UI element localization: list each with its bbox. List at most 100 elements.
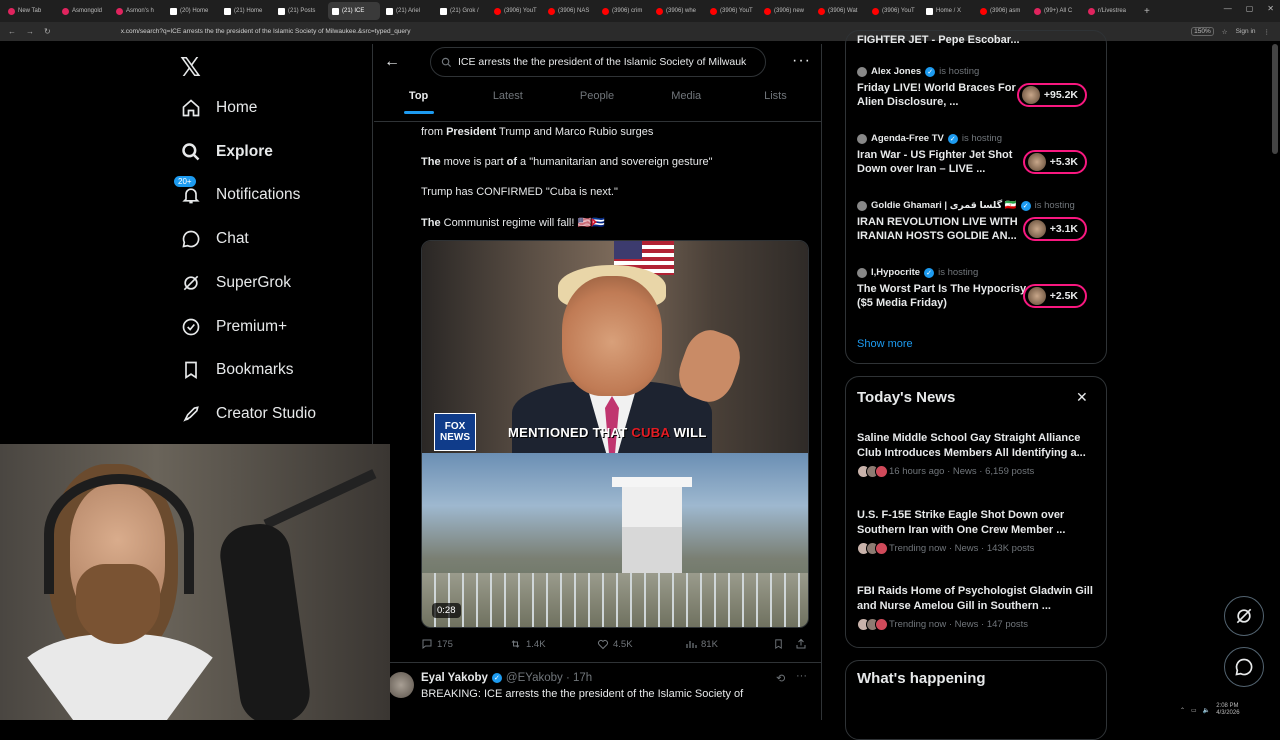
forward-icon[interactable]: →: [26, 27, 34, 36]
browser-tab-label: Home / X: [936, 8, 962, 14]
nav-item-chat[interactable]: Chat: [180, 228, 249, 250]
browser-tab[interactable]: (21) Ariel: [382, 2, 434, 20]
live-space-item[interactable]: I,Hypocrite ✓ is hosting The Worst Part Is …: [857, 267, 1097, 310]
tab-lists[interactable]: Lists: [731, 90, 820, 116]
grok-button[interactable]: [1224, 596, 1264, 636]
more-options-icon[interactable]: ···: [796, 670, 807, 682]
news-item[interactable]: Saline Middle School Gay Straight Allian…: [857, 431, 1097, 478]
nav-item-home[interactable]: Home: [180, 97, 257, 119]
avatar[interactable]: [388, 672, 414, 698]
host-name[interactable]: Agenda-Free TV: [871, 133, 944, 144]
listener-count-pill[interactable]: +95.2K: [1016, 83, 1087, 107]
zoom-indicator[interactable]: 150%: [1191, 27, 1214, 36]
browser-tab[interactable]: (21) ICE: [328, 2, 380, 20]
news-title[interactable]: Saline Middle School Gay Straight Allian…: [857, 431, 1097, 461]
headset-image: [44, 474, 194, 594]
live-item-title[interactable]: FIGHTER JET - Pepe Escobar...: [857, 34, 1020, 46]
nav-item-explore[interactable]: Explore: [180, 141, 273, 163]
browser-tab[interactable]: New Tab: [4, 2, 56, 20]
webcam-overlay: [0, 444, 390, 720]
live-space-title[interactable]: IRAN REVOLUTION LIVE WITH IRANIAN HOSTS …: [857, 215, 1027, 243]
menu-icon[interactable]: ⋮: [1264, 28, 1271, 36]
browser-tab[interactable]: (3906) Wat: [814, 2, 866, 20]
host-name[interactable]: I,Hypocrite: [871, 267, 920, 278]
nav-item-creator-studio[interactable]: Creator Studio: [180, 403, 316, 425]
reply-button[interactable]: 175: [421, 638, 453, 650]
browser-tab[interactable]: (21) Posts: [274, 2, 326, 20]
minimize-icon[interactable]: —: [1224, 4, 1232, 13]
nav-item-premium[interactable]: Premium+: [180, 316, 287, 338]
live-space-item[interactable]: Alex Jones ✓ is hosting Friday LIVE! World …: [857, 66, 1097, 109]
browser-tab[interactable]: (3906) YouT: [868, 2, 920, 20]
browser-tab[interactable]: (3906) YouT: [706, 2, 758, 20]
nav-item-supergrok[interactable]: SuperGrok: [180, 272, 291, 294]
network-icon[interactable]: ▭: [1191, 707, 1197, 714]
author-name[interactable]: Eyal Yakoby: [421, 672, 488, 684]
live-space-title[interactable]: Friday LIVE! World Braces For Alien Disc…: [857, 81, 1027, 109]
scrollbar[interactable]: [1272, 44, 1278, 154]
browser-tab[interactable]: Asmon's h: [112, 2, 164, 20]
more-options-icon[interactable]: ···: [792, 52, 811, 70]
nav-item-bookmarks[interactable]: Bookmarks: [180, 359, 294, 381]
live-space-item[interactable]: Agenda-Free TV ✓ is hosting Iran War - US F…: [857, 133, 1097, 176]
live-space-item[interactable]: Goldie Ghamari | گلسا قمری 🇮🇷 ✓ is hosting…: [857, 200, 1097, 243]
x-logo-icon[interactable]: 𝕏: [180, 52, 201, 83]
listener-count-pill[interactable]: +2.5K: [1022, 284, 1087, 308]
browser-tab[interactable]: (20) Home: [166, 2, 218, 20]
grok-icon[interactable]: ⟲: [776, 672, 785, 685]
like-button[interactable]: 4.5K: [597, 638, 633, 650]
sign-in-button[interactable]: Sign in: [1236, 28, 1256, 35]
tab-people[interactable]: People: [552, 90, 641, 116]
listener-avatar: [1027, 287, 1046, 305]
chevron-up-icon[interactable]: ⌃: [1180, 707, 1185, 714]
views-button[interactable]: 81K: [685, 638, 718, 650]
browser-tab[interactable]: (21) Grok /: [436, 2, 488, 20]
tab-media[interactable]: Media: [642, 90, 731, 116]
show-more-link[interactable]: Show more: [857, 338, 913, 350]
news-title[interactable]: FBI Raids Home of Psychologist Gladwin G…: [857, 584, 1097, 614]
news-item[interactable]: U.S. F-15E Strike Eagle Shot Down over S…: [857, 508, 1097, 555]
reload-icon[interactable]: ↻: [44, 27, 51, 36]
volume-icon[interactable]: 🔈: [1203, 707, 1210, 714]
tab-latest[interactable]: Latest: [463, 90, 552, 116]
live-space-title[interactable]: Iran War - US Fighter Jet Shot Down over…: [857, 148, 1027, 176]
new-tab-icon[interactable]: +: [1144, 6, 1150, 17]
live-space-title[interactable]: The Worst Part Is The Hypocrisy ($5 Medi…: [857, 282, 1027, 310]
news-item[interactable]: FBI Raids Home of Psychologist Gladwin G…: [857, 584, 1097, 631]
post-video[interactable]: FOX NEWS MENTIONED THAT CUBA WILL 0:28: [421, 240, 809, 628]
browser-tab[interactable]: (3906) crim: [598, 2, 650, 20]
browser-tab[interactable]: Asmongold: [58, 2, 110, 20]
browser-tab[interactable]: (99+) All C: [1030, 2, 1082, 20]
star-icon[interactable]: ☆: [1222, 28, 1228, 36]
browser-tab[interactable]: (21) Home: [220, 2, 272, 20]
browser-tab[interactable]: r/Livestrea: [1084, 2, 1136, 20]
host-name[interactable]: Alex Jones: [871, 66, 921, 77]
url-field[interactable]: x.com/search?q=ICE arrests the the presi…: [121, 28, 411, 35]
browser-tab[interactable]: (3906) asm: [976, 2, 1028, 20]
host-name[interactable]: Goldie Ghamari | گلسا قمری 🇮🇷: [871, 200, 1017, 211]
back-icon[interactable]: ←: [8, 27, 16, 36]
tab-top[interactable]: Top: [374, 90, 463, 116]
news-title[interactable]: U.S. F-15E Strike Eagle Shot Down over S…: [857, 508, 1097, 538]
search-input[interactable]: ICE arrests the the president of the Isl…: [430, 47, 766, 77]
repost-button[interactable]: 1.4K: [509, 638, 546, 650]
maximize-icon[interactable]: ▢: [1246, 4, 1254, 13]
nav-item-notifications[interactable]: 20+ Notifications: [174, 176, 300, 206]
listener-count-pill[interactable]: +5.3K: [1022, 150, 1087, 174]
browser-tab[interactable]: (3906) YouT: [490, 2, 542, 20]
chat-button[interactable]: [1224, 647, 1264, 687]
browser-tab[interactable]: (3906) new: [760, 2, 812, 20]
browser-tab[interactable]: Home / X: [922, 2, 974, 20]
browser-tab[interactable]: (3906) NAS: [544, 2, 596, 20]
bookmark-button[interactable]: [773, 638, 784, 650]
listener-count-pill[interactable]: +3.1K: [1022, 217, 1087, 241]
share-button[interactable]: [795, 638, 807, 650]
browser-tab[interactable]: (3906) whe: [652, 2, 704, 20]
host-status: is hosting: [961, 133, 1002, 144]
back-arrow-icon[interactable]: ←: [384, 53, 400, 71]
post[interactable]: Eyal Yakoby ✓ @EYakoby · 17h ⟲ ··· BREAK…: [388, 668, 818, 720]
close-icon[interactable]: ✕: [1076, 389, 1088, 406]
share-icon: [796, 638, 806, 649]
close-icon[interactable]: ✕: [1267, 4, 1274, 13]
youtube-icon: [656, 7, 663, 15]
